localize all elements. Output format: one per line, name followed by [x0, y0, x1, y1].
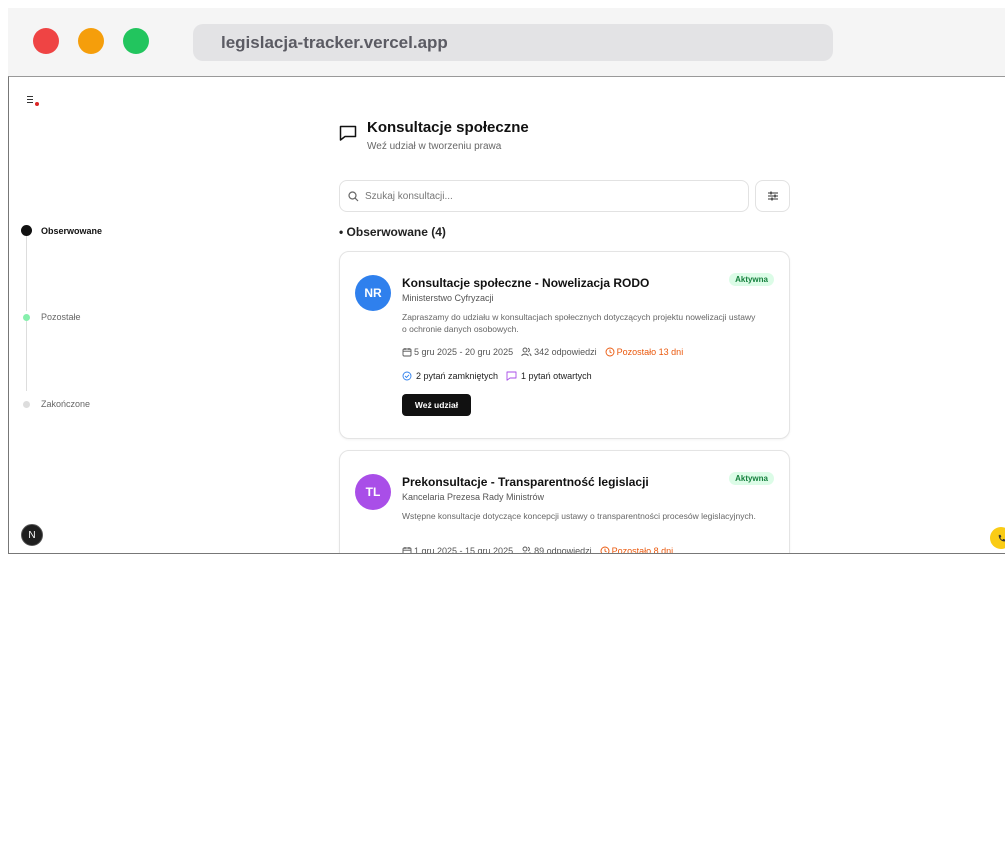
card-questions: 2 pytań zamkniętych 1 pytań otwartych [402, 371, 600, 381]
closed-questions: 2 pytań zamkniętych [416, 371, 499, 381]
timeline-label: Zakończone [41, 399, 91, 409]
search-input[interactable] [365, 190, 725, 202]
section-title: • Obserwowane (4) [339, 225, 446, 239]
menu-button[interactable] [25, 93, 41, 109]
card-remaining: Pozostało 13 dni [616, 347, 684, 357]
clock-icon [605, 347, 615, 357]
avatar: NR [355, 275, 391, 311]
timeline-bullet [23, 313, 30, 321]
menu-icon [27, 96, 33, 97]
page-title: Konsultacje społeczne [367, 119, 529, 136]
search-icon [348, 190, 359, 201]
window-close-button[interactable] [33, 28, 59, 54]
timeline-label: Pozostałe [41, 312, 81, 322]
page-subtitle: Weź udział w tworzeniu prawa [367, 141, 502, 152]
check-circle-icon [402, 371, 412, 381]
join-button[interactable]: Weź udział [402, 394, 471, 416]
clock-icon [600, 546, 610, 553]
phone-icon [998, 534, 1005, 541]
message-square-icon [506, 371, 517, 381]
timeline-item-zakonczone[interactable]: Zakończone [19, 399, 90, 409]
timeline-item-pozostale[interactable]: Pozostałe [19, 312, 81, 322]
timeline-connector [26, 235, 27, 311]
open-questions: 1 pytań otwartych [521, 371, 592, 381]
card-meta: 1 gru 2025 - 15 gru 2025 89 odpowiedzi P… [402, 546, 681, 554]
card-dates: 1 gru 2025 - 15 gru 2025 [414, 546, 514, 554]
window-maximize-button[interactable] [123, 28, 149, 54]
users-icon [522, 546, 531, 553]
consultation-card[interactable]: NR Konsultacje społeczne - Nowelizacja R… [339, 251, 790, 439]
card-organization: Ministerstwo Cyfryzacji [402, 293, 494, 303]
timeline-label: Obserwowane [41, 225, 103, 236]
consultation-card[interactable]: TL Prekonsultacje - Transparentność legi… [339, 450, 790, 554]
card-title[interactable]: Konsultacje społeczne - Nowelizacja RODO [402, 276, 649, 290]
address-bar[interactable]: legislacja-tracker.vercel.app [193, 24, 833, 61]
card-dates: 5 gru 2025 - 20 gru 2025 [414, 347, 514, 357]
timeline-bullet [23, 400, 30, 408]
timeline-item-obserwowane[interactable]: Obserwowane [19, 225, 102, 236]
timeline-connector [26, 321, 27, 391]
timeline-bullet [21, 225, 32, 236]
section-timeline: Obserwowane Pozostałe Zakończone [19, 217, 219, 417]
window-minimize-button[interactable] [78, 28, 104, 54]
card-remaining: Pozostało 8 dni [611, 546, 674, 554]
card-title[interactable]: Prekonsultacje - Transparentność legisla… [402, 475, 649, 489]
calendar-icon [402, 348, 412, 357]
card-responses: 89 odpowiedzi [534, 546, 592, 554]
message-square-icon [339, 125, 357, 141]
card-description: Wstępne konsultacje dotyczące koncepcji … [402, 511, 756, 521]
sliders-icon [767, 191, 778, 201]
card-responses: 342 odpowiedzi [534, 347, 597, 357]
status-badge: Aktywna [729, 273, 774, 286]
card-meta: 5 gru 2025 - 20 gru 2025 342 odpowiedzi … [402, 347, 691, 357]
users-icon [521, 347, 532, 357]
search-box[interactable] [339, 180, 749, 212]
card-description: Zapraszamy do udziału w konsultacjach sp… [402, 312, 756, 334]
notification-dot [35, 102, 39, 106]
avatar: TL [355, 474, 391, 510]
phone-fab-button[interactable] [990, 527, 1005, 549]
card-organization: Kancelaria Prezesa Rady Ministrów [402, 492, 545, 502]
status-badge: Aktywna [729, 472, 774, 485]
filter-button[interactable] [755, 180, 790, 212]
calendar-icon [402, 547, 412, 553]
page-viewport: Obserwowane Pozostałe Zakończone Konsult… [8, 76, 1005, 554]
dev-tools-badge[interactable]: N [21, 524, 43, 546]
